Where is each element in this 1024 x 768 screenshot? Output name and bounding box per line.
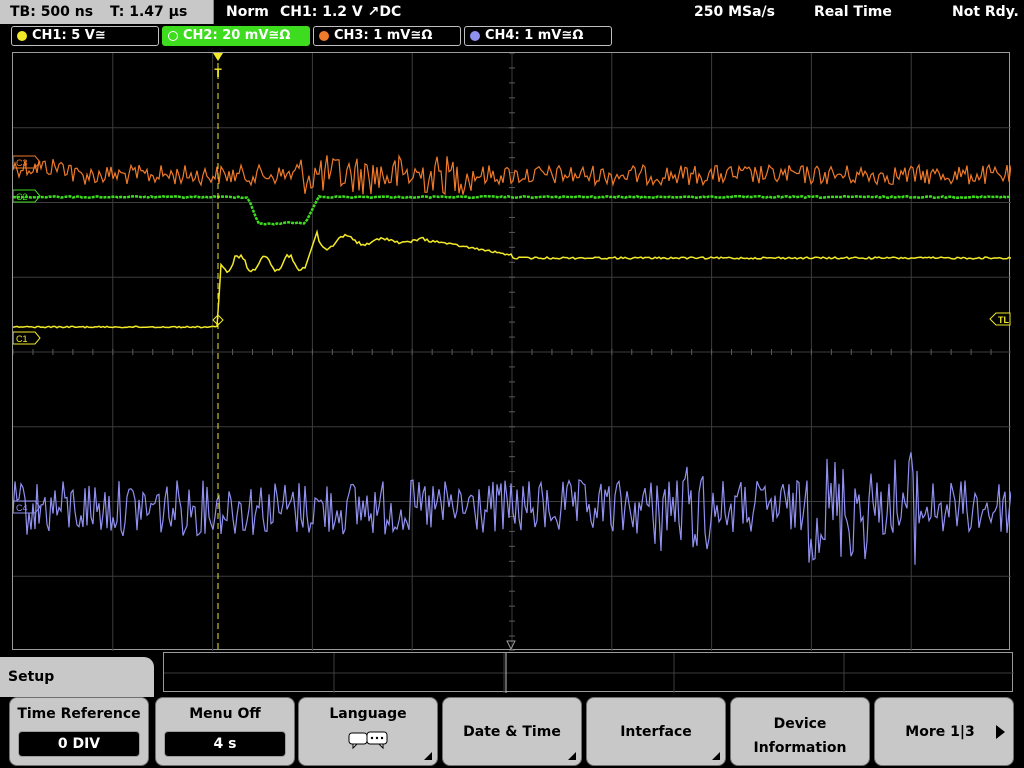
waveform-display[interactable]: T C3 C2 C1 C4 TL — [12, 52, 1011, 651]
language-button[interactable]: Language — [298, 697, 438, 766]
softkey-label: Language — [329, 706, 407, 722]
submenu-corner-icon — [424, 752, 432, 760]
ch1-marker-label: C1 — [16, 334, 28, 344]
date-time-button[interactable]: Date & Time — [442, 697, 582, 766]
timebase-value: TB: 500 ns — [10, 4, 94, 20]
trigger-position-label: T — [214, 66, 222, 80]
ch3-offset-marker[interactable]: C3 — [13, 155, 41, 169]
trigger-level-label: TL — [998, 315, 1009, 325]
softkey-label: Menu Off — [189, 706, 261, 722]
channel-tab-ch2[interactable]: CH2: 20 mV≅Ω — [162, 26, 310, 46]
channel-tab-ch4[interactable]: CH4: 1 mV≅Ω — [464, 26, 612, 46]
softkey-label: Time Reference — [17, 706, 141, 722]
ch3-marker-label: C3 — [16, 158, 28, 168]
channel-tab-ch1[interactable]: CH1: 5 V≅ — [11, 26, 159, 46]
trigger-time-value: T: 1.47 µs — [109, 4, 188, 20]
trigger-mode[interactable]: Norm — [226, 0, 269, 24]
more-button[interactable]: More 1|3 — [874, 697, 1014, 766]
sample-rate: 250 MSa/s — [694, 4, 776, 20]
time-reference-value[interactable]: 0 DIV — [18, 731, 140, 757]
channel-label: CH4: 1 mV≅Ω — [485, 28, 584, 43]
softkey-label: Device Information — [731, 712, 869, 760]
channel-tab-ch3[interactable]: CH3: 1 mV≅Ω — [313, 26, 461, 46]
ch2-offset-marker[interactable]: C2 — [13, 189, 41, 203]
softkey-label: Date & Time — [463, 724, 561, 740]
trigger-position-marker[interactable]: T — [213, 53, 223, 80]
acquisition-mode: Real Time — [814, 4, 892, 20]
ch2-waveform — [13, 194, 1010, 226]
ch4-color-icon — [470, 31, 480, 41]
ch3-color-icon — [319, 31, 329, 41]
trigger-level-marker[interactable]: TL — [989, 312, 1011, 326]
next-page-icon — [996, 725, 1005, 739]
center-reference-icon — [506, 640, 516, 651]
device-information-button[interactable]: Device Information — [730, 697, 870, 766]
softkey-label-line1: Device — [773, 716, 827, 732]
menu-title: Setup — [0, 657, 154, 697]
interface-button[interactable]: Interface — [586, 697, 726, 766]
softkey-label: More 1|3 — [905, 724, 975, 740]
channel-label: CH2: 20 mV≅Ω — [183, 28, 291, 43]
submenu-corner-icon — [712, 752, 720, 760]
ch1-color-icon — [17, 31, 27, 41]
acquisition-state: Not Rdy. — [952, 4, 1019, 20]
ch2-marker-label: C2 — [16, 192, 28, 202]
speech-bubble-icon — [348, 731, 388, 750]
softkey-label-line2: Information — [753, 740, 847, 756]
submenu-corner-icon — [568, 752, 576, 760]
softkey-label: Interface — [620, 724, 692, 740]
channel-tabs: CH1: 5 V≅ CH2: 20 mV≅Ω CH3: 1 mV≅Ω CH4: … — [0, 26, 1024, 48]
menu-off-button[interactable]: Menu Off 4 s — [155, 697, 295, 766]
ch2-color-icon — [168, 31, 178, 41]
menu-off-value[interactable]: 4 s — [164, 731, 286, 757]
status-bar: TB: 500 ns T: 1.47 µs Norm CH1: 1.2 V ↗D… — [0, 0, 1024, 24]
time-reference-button[interactable]: Time Reference 0 DIV — [9, 697, 149, 766]
channel-label: CH3: 1 mV≅Ω — [334, 28, 433, 43]
ch4-marker-label: C4 — [16, 503, 28, 513]
trigger-source[interactable]: CH1: 1.2 V ↗DC — [280, 0, 401, 24]
ch1-offset-marker[interactable]: C1 — [13, 331, 41, 345]
zoom-overview — [163, 652, 1014, 693]
channel-label: CH1: 5 V≅ — [32, 28, 106, 43]
timebase-box[interactable]: TB: 500 ns T: 1.47 µs — [0, 0, 214, 24]
